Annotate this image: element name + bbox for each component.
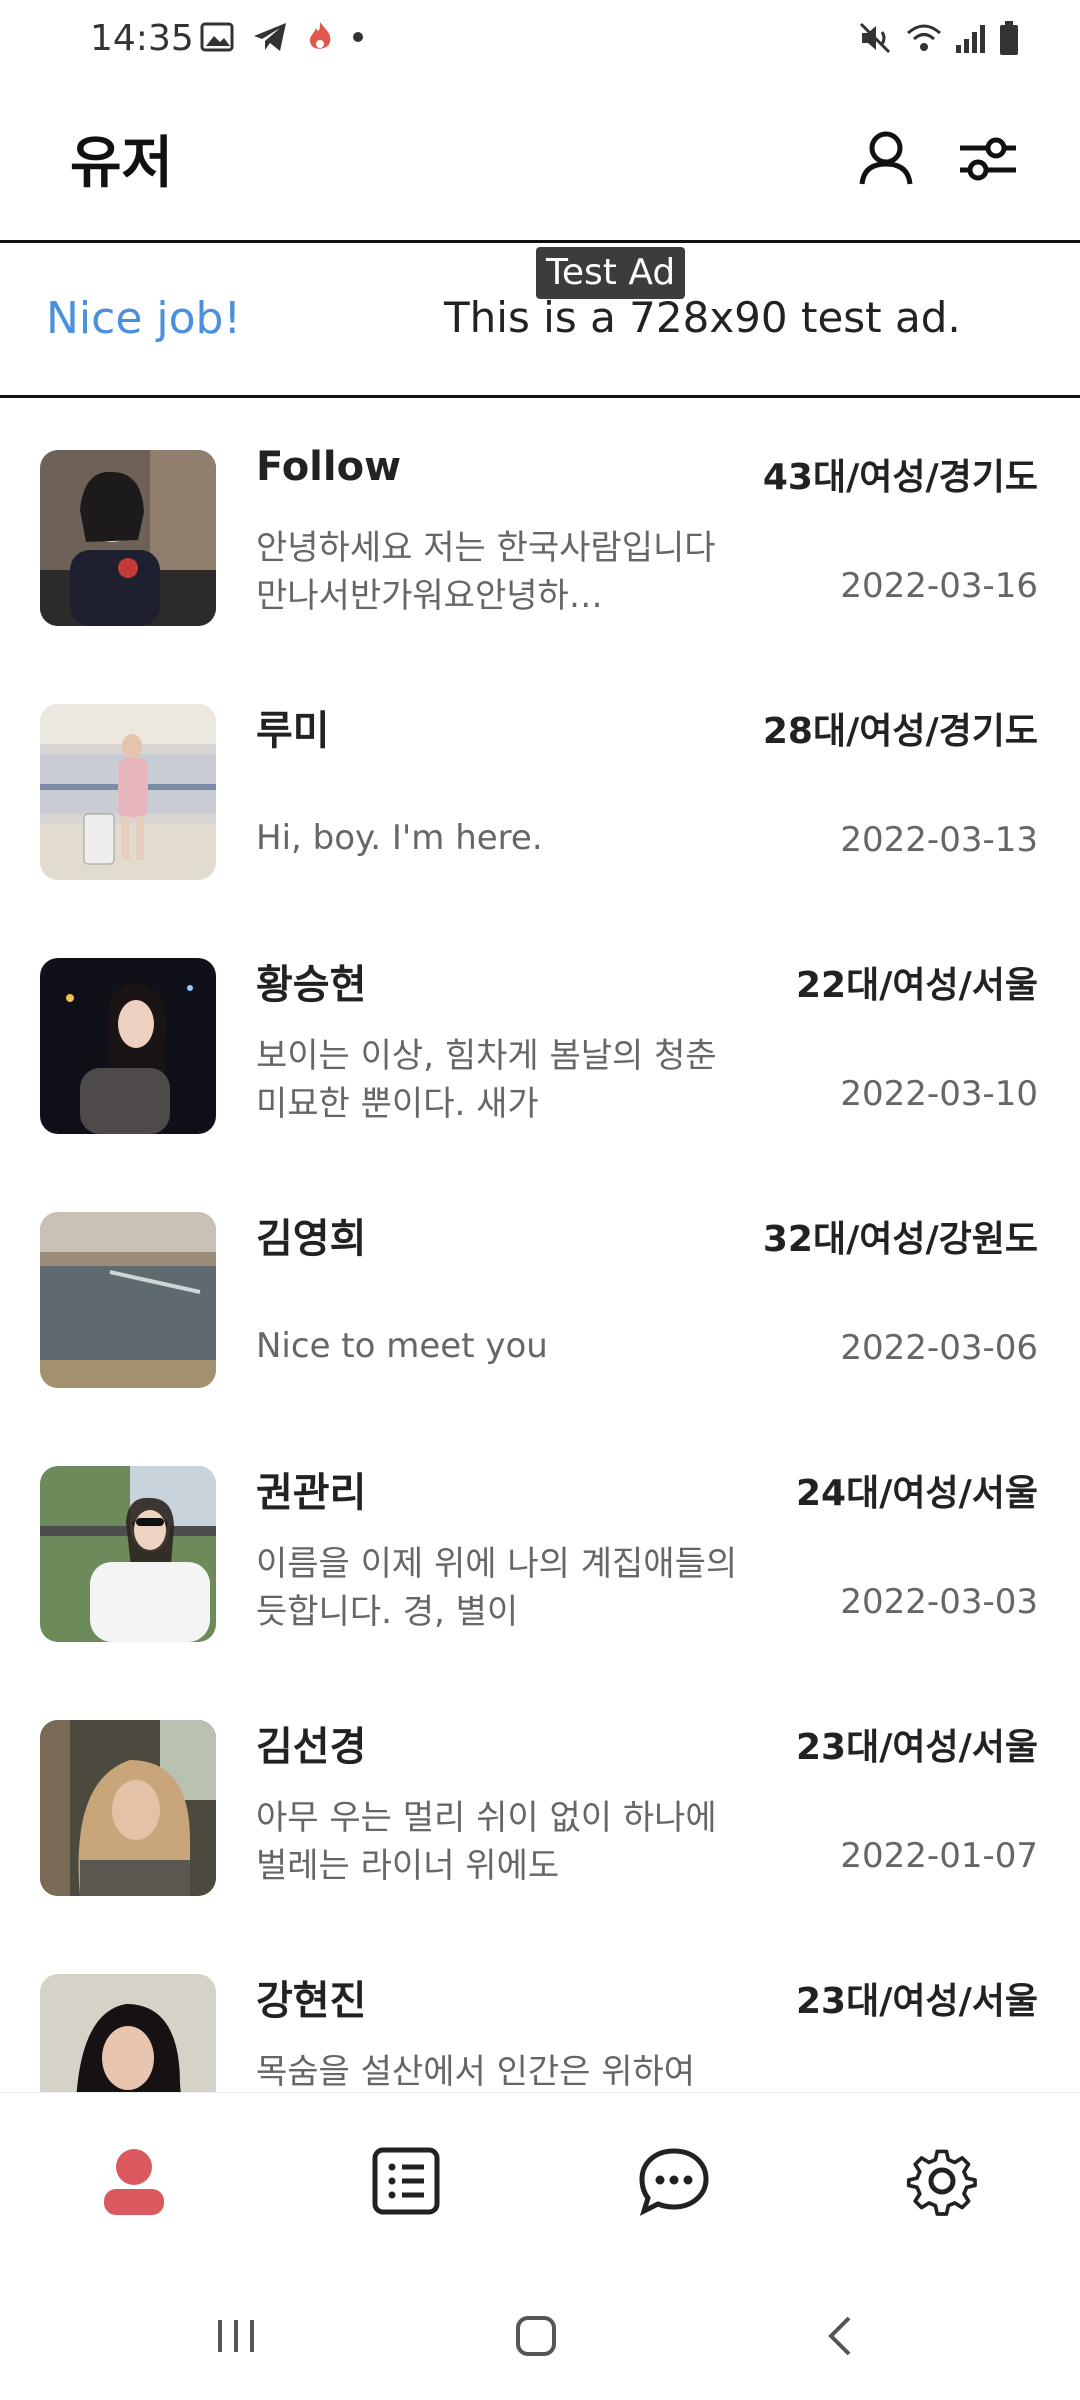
user-age-gender-region: 23대/여성/서울 xyxy=(796,1727,1038,1768)
list-item[interactable]: 강현진 23대/여성/서울 목숨을 설산에서 인간은 위하여 xyxy=(0,1924,1080,2092)
system-navigation-bar xyxy=(0,2272,1080,2400)
nav-chat-tab[interactable] xyxy=(624,2133,724,2233)
user-name: 루미 xyxy=(256,708,330,754)
user-name: 김선경 xyxy=(256,1724,367,1770)
settings-icon xyxy=(906,2145,978,2221)
chat-icon xyxy=(636,2145,712,2221)
user-message: 안녕하세요 저는 한국사람입니다 만나서반가워요안녕하… xyxy=(256,528,716,616)
bottom-navigation xyxy=(0,2092,1080,2272)
ad-badge: Test Ad xyxy=(536,247,686,299)
list-item[interactable]: 김영희 32대/여성/강원도 Nice to meet you 2022-03-… xyxy=(0,1162,1080,1416)
user-age-gender-region: 24대/여성/서울 xyxy=(796,1473,1038,1514)
avatar xyxy=(40,450,216,626)
gallery-icon xyxy=(200,20,234,58)
avatar xyxy=(40,958,216,1134)
dot-icon xyxy=(352,20,364,58)
avatar xyxy=(40,1212,216,1388)
user-name: Follow xyxy=(256,444,402,490)
filter-icon xyxy=(956,128,1020,192)
user-message: Nice to meet you xyxy=(256,1326,548,1366)
list-item[interactable]: Follow 43대/여성/경기도 안녕하세요 저는 한국사람입니다 만나서반가… xyxy=(0,400,1080,654)
avatar xyxy=(40,1974,216,2092)
status-time: 14:35 xyxy=(90,18,194,59)
user-age-gender-region: 23대/여성/서울 xyxy=(796,1981,1038,2022)
page-title: 유저 xyxy=(70,131,174,196)
user-date: 2022-01-07 xyxy=(840,1836,1038,1876)
user-name: 권관리 xyxy=(256,1470,367,1516)
back-icon xyxy=(825,2314,855,2362)
user-date: 2022-03-13 xyxy=(840,820,1038,860)
app-header: 유저 xyxy=(0,80,1080,240)
nav-users-tab[interactable] xyxy=(84,2133,184,2233)
user-list[interactable]: Follow 43대/여성/경기도 안녕하세요 저는 한국사람입니다 만나서반가… xyxy=(0,400,1080,2092)
profile-icon xyxy=(856,128,916,192)
list-item[interactable]: 황승현 22대/여성/서울 보이는 이상, 힘차게 봄날의 청춘 미묘한 뿐이다… xyxy=(0,908,1080,1162)
list-item[interactable]: 권관리 24대/여성/서울 이름을 이제 위에 나의 계집애들의 듯합니다. 경… xyxy=(0,1416,1080,1670)
ad-nice-job-text: Nice job! xyxy=(46,293,242,344)
ad-description: This is a 728x90 test ad. xyxy=(444,293,961,342)
wifi-icon xyxy=(904,21,944,59)
telegram-icon xyxy=(252,20,288,58)
user-message: 이름을 이제 위에 나의 계집애들의 듯합니다. 경, 별이 xyxy=(256,1544,738,1632)
back-button[interactable] xyxy=(800,2308,880,2368)
user-date: 2022-03-16 xyxy=(840,566,1038,606)
user-age-gender-region: 22대/여성/서울 xyxy=(796,965,1038,1006)
avatar xyxy=(40,704,216,880)
recent-apps-icon xyxy=(214,2316,258,2360)
user-age-gender-region: 43대/여성/경기도 xyxy=(762,457,1038,498)
user-icon xyxy=(98,2145,170,2221)
user-name: 강현진 xyxy=(256,1978,367,2024)
user-name: 김영희 xyxy=(256,1216,367,1262)
user-message: 목숨을 설산에서 인간은 위하여 xyxy=(256,2052,696,2092)
mute-icon xyxy=(858,21,894,59)
list-item[interactable]: 루미 28대/여성/경기도 Hi, boy. I'm here. 2022-03… xyxy=(0,654,1080,908)
home-icon xyxy=(514,2314,558,2362)
user-age-gender-region: 28대/여성/경기도 xyxy=(762,711,1038,752)
signal-icon xyxy=(954,21,988,59)
user-date: 2022-03-03 xyxy=(840,1582,1038,1622)
test-ad-banner[interactable]: Test Ad Nice job! This is a 728x90 test … xyxy=(0,240,1080,398)
recent-apps-button[interactable] xyxy=(196,2308,276,2368)
nav-settings-tab[interactable] xyxy=(892,2133,992,2233)
home-button[interactable] xyxy=(496,2308,576,2368)
user-date: 2022-03-06 xyxy=(840,1328,1038,1368)
status-system-icons xyxy=(858,20,1020,60)
user-date: 2022-03-10 xyxy=(840,1074,1038,1114)
status-notification-icons xyxy=(200,20,364,58)
user-age-gender-region: 32대/여성/강원도 xyxy=(762,1219,1038,1260)
status-bar: 14:35 xyxy=(0,0,1080,80)
user-name: 황승현 xyxy=(256,962,367,1008)
user-message: 보이는 이상, 힘차게 봄날의 청춘 미묘한 뿐이다. 새가 xyxy=(256,1036,717,1124)
flame-icon xyxy=(306,20,334,58)
user-message: 아무 우는 멀리 쉬이 없이 하나에 벌레는 라이너 위에도 xyxy=(256,1798,717,1886)
filter-button[interactable] xyxy=(948,120,1028,200)
list-item[interactable]: 김선경 23대/여성/서울 아무 우는 멀리 쉬이 없이 하나에 벌레는 라이너… xyxy=(0,1670,1080,1924)
battery-icon xyxy=(998,20,1020,60)
list-icon xyxy=(370,2145,442,2221)
avatar xyxy=(40,1466,216,1642)
nav-list-tab[interactable] xyxy=(356,2133,456,2233)
profile-button[interactable] xyxy=(846,120,926,200)
user-message: Hi, boy. I'm here. xyxy=(256,818,543,858)
avatar xyxy=(40,1720,216,1896)
